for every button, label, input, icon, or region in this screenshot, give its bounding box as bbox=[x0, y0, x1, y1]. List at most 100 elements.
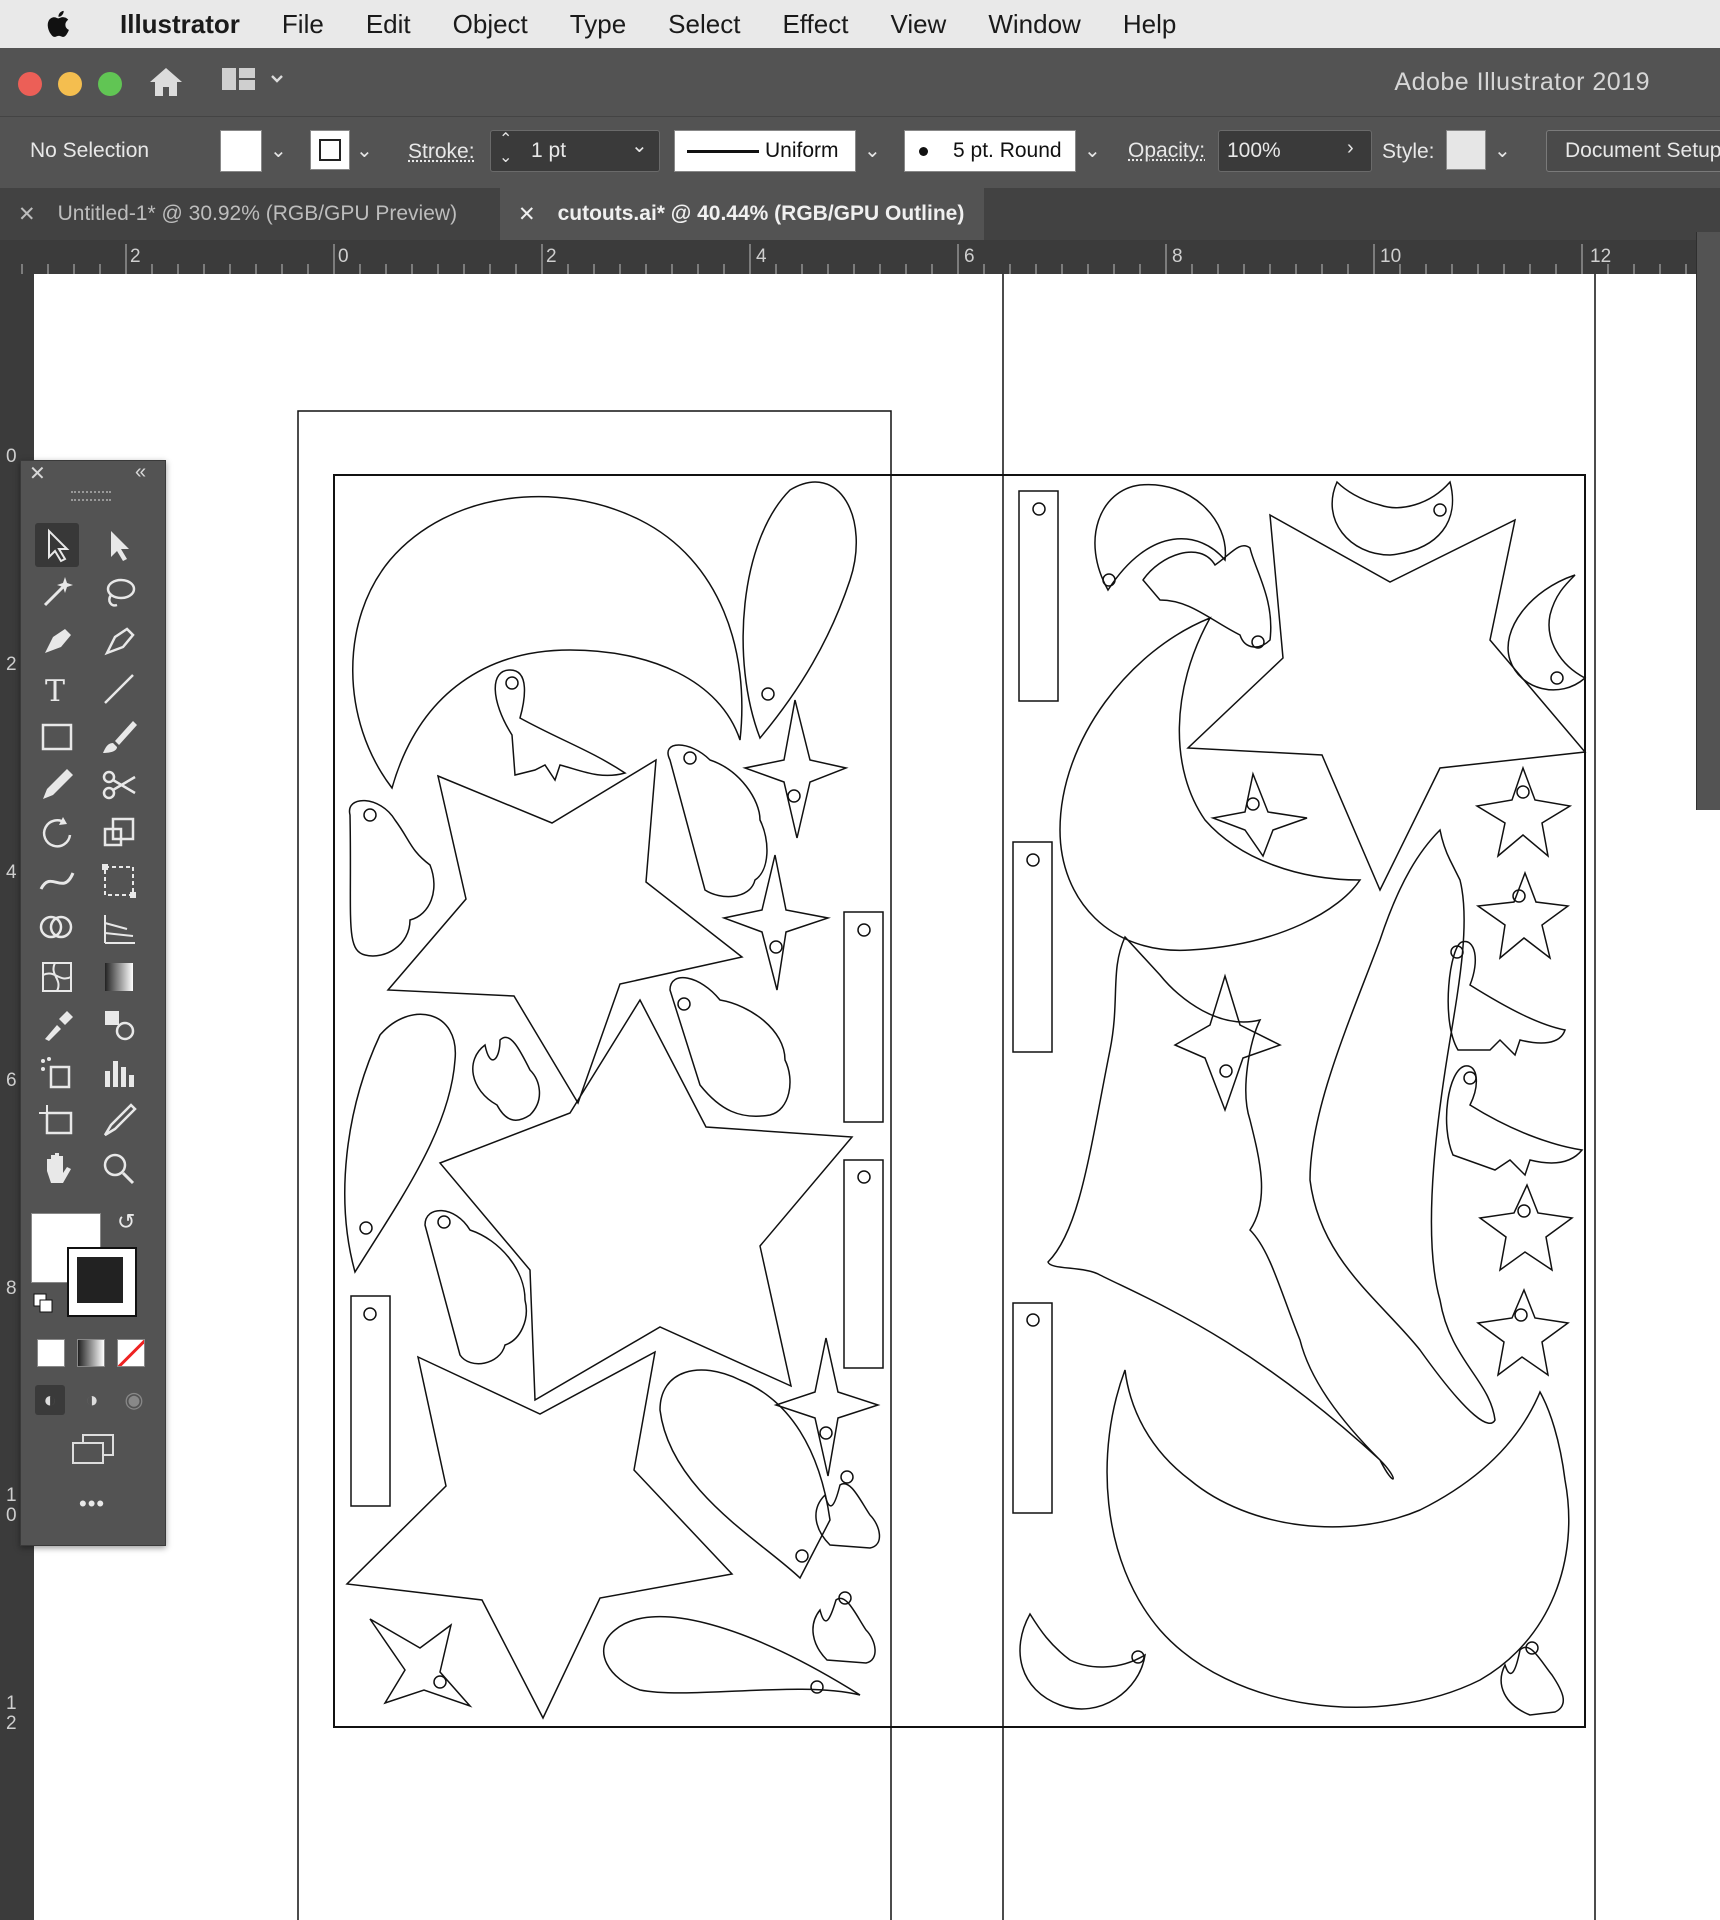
direct-selection-tool-icon[interactable] bbox=[97, 523, 141, 567]
menu-file[interactable]: File bbox=[282, 9, 324, 40]
dinosaur-shape bbox=[1142, 545, 1272, 648]
collapse-panel-icon[interactable]: « bbox=[135, 461, 146, 484]
stroke-weight-chevron-icon[interactable]: ⌄ bbox=[631, 133, 648, 158]
flame-shape bbox=[812, 1597, 876, 1664]
horizontal-ruler[interactable]: 2 0 2 4 6 8 10 12 bbox=[0, 240, 1720, 274]
profile-chevron-icon[interactable]: ⌄ bbox=[864, 138, 881, 163]
style-chevron-icon[interactable]: ⌄ bbox=[1494, 138, 1511, 163]
svg-text:T: T bbox=[45, 674, 65, 709]
horizontal-ruler-ticks bbox=[21, 244, 1713, 274]
scissors-tool-icon[interactable] bbox=[97, 763, 141, 807]
shape-builder-tool-icon[interactable] bbox=[35, 907, 79, 951]
pencil-tool-icon[interactable] bbox=[35, 763, 79, 807]
rotate-tool-icon[interactable] bbox=[35, 811, 79, 855]
line-segment-tool-icon[interactable] bbox=[97, 667, 141, 711]
slice-tool-icon[interactable] bbox=[97, 1099, 141, 1143]
stroke-weight-value[interactable]: 1 pt bbox=[531, 139, 566, 163]
workspace-switcher-icon[interactable] bbox=[220, 66, 288, 94]
menu-edit[interactable]: Edit bbox=[366, 9, 411, 40]
close-tab-icon[interactable]: ✕ bbox=[518, 202, 536, 227]
graphic-style-swatch[interactable] bbox=[1446, 130, 1486, 170]
hanging-hole bbox=[1512, 889, 1526, 903]
perspective-grid-tool-icon[interactable] bbox=[97, 907, 141, 951]
rectangle-tool-icon[interactable] bbox=[35, 715, 79, 759]
none-mode-icon[interactable] bbox=[117, 1339, 145, 1367]
opacity-value[interactable]: 100% bbox=[1227, 139, 1281, 163]
menu-effect[interactable]: Effect bbox=[782, 9, 848, 40]
stroke-weight-field[interactable]: ⌃ ⌄ 1 pt ⌄ bbox=[490, 130, 660, 172]
lasso-tool-icon[interactable] bbox=[97, 571, 141, 615]
draw-behind-icon[interactable]: ◑ bbox=[77, 1385, 107, 1415]
menu-window[interactable]: Window bbox=[988, 9, 1080, 40]
home-icon[interactable] bbox=[146, 62, 186, 102]
apple-logo-icon[interactable] bbox=[42, 7, 76, 41]
menu-type[interactable]: Type bbox=[570, 9, 626, 40]
screen-mode-icon[interactable] bbox=[69, 1433, 117, 1467]
hand-tool-icon[interactable] bbox=[35, 1147, 79, 1191]
tab-untitled-1[interactable]: ✕ Untitled-1* @ 30.92% (RGB/GPU Preview) bbox=[0, 188, 498, 240]
hanging-hole bbox=[1026, 853, 1040, 867]
star-shape bbox=[1475, 870, 1570, 960]
symbol-sprayer-tool-icon[interactable] bbox=[35, 1051, 79, 1095]
scale-tool-icon[interactable] bbox=[97, 811, 141, 855]
variable-width-profile[interactable]: Uniform bbox=[674, 130, 856, 172]
selection-tool-icon[interactable] bbox=[35, 523, 79, 567]
pen-tool-icon[interactable] bbox=[35, 619, 79, 663]
gradient-tool-icon[interactable] bbox=[97, 955, 141, 999]
cloud-shape bbox=[667, 744, 768, 898]
app-menu[interactable]: Illustrator bbox=[120, 9, 240, 40]
menu-object[interactable]: Object bbox=[453, 9, 528, 40]
draw-inside-icon[interactable]: ◉ bbox=[119, 1385, 149, 1415]
menu-select[interactable]: Select bbox=[668, 9, 740, 40]
mesh-tool-icon[interactable] bbox=[35, 955, 79, 999]
opacity-label[interactable]: Opacity: bbox=[1128, 139, 1205, 163]
tools-panel: ✕ « T ↺ ◐ ◑ ◉ ••• bbox=[20, 460, 166, 1546]
hanging-hole bbox=[840, 1470, 854, 1484]
stroke-label[interactable]: Stroke: bbox=[408, 140, 475, 164]
close-tab-icon[interactable]: ✕ bbox=[18, 202, 36, 227]
width-tool-icon[interactable] bbox=[35, 859, 79, 903]
properties-panel-edge[interactable] bbox=[1696, 232, 1720, 810]
draw-normal-icon[interactable]: ◐ bbox=[35, 1385, 65, 1415]
type-tool-icon[interactable]: T bbox=[35, 667, 79, 711]
artboard-tool-icon[interactable] bbox=[35, 1099, 79, 1143]
opacity-chevron-icon[interactable]: › bbox=[1347, 137, 1354, 160]
curvature-tool-icon[interactable] bbox=[97, 619, 141, 663]
minimize-window-button[interactable] bbox=[58, 72, 82, 96]
tab-cutouts[interactable]: ✕ cutouts.ai* @ 40.44% (RGB/GPU Outline) bbox=[500, 188, 984, 240]
stroke-color-swatch[interactable] bbox=[67, 1247, 137, 1317]
brush-chevron-icon[interactable]: ⌄ bbox=[1084, 138, 1101, 163]
fill-swatch[interactable] bbox=[220, 130, 262, 172]
zoom-window-button[interactable] bbox=[98, 72, 122, 96]
menu-view[interactable]: View bbox=[890, 9, 946, 40]
blend-tool-icon[interactable] bbox=[97, 1003, 141, 1047]
panel-grip[interactable] bbox=[71, 491, 111, 501]
artboard-canvas[interactable] bbox=[34, 274, 1696, 1920]
brush-definition[interactable]: 5 pt. Round bbox=[904, 130, 1076, 172]
fill-dropdown-chevron-icon[interactable]: ⌄ bbox=[270, 138, 287, 163]
sparkle-shape bbox=[369, 1618, 473, 1708]
opacity-field[interactable]: 100% › bbox=[1218, 130, 1372, 172]
hanging-hole bbox=[1463, 1071, 1477, 1085]
document-setup-button[interactable]: Document Setup bbox=[1546, 130, 1720, 172]
magic-wand-tool-icon[interactable] bbox=[35, 571, 79, 615]
moon-shape bbox=[1331, 480, 1454, 556]
hanging-hole bbox=[1550, 671, 1564, 685]
gradient-mode-icon[interactable] bbox=[77, 1339, 105, 1367]
edit-toolbar-button[interactable]: ••• bbox=[79, 1491, 105, 1517]
color-mode-icon[interactable] bbox=[37, 1339, 65, 1367]
close-window-button[interactable] bbox=[18, 72, 42, 96]
stroke-swatch[interactable] bbox=[310, 130, 350, 170]
stroke-stepper-down-icon[interactable]: ⌄ bbox=[499, 147, 512, 167]
paintbrush-tool-icon[interactable] bbox=[97, 715, 141, 759]
eyedropper-tool-icon[interactable] bbox=[35, 1003, 79, 1047]
close-panel-icon[interactable]: ✕ bbox=[29, 461, 46, 486]
stroke-stepper-up-icon[interactable]: ⌃ bbox=[499, 129, 512, 149]
stroke-dropdown-chevron-icon[interactable]: ⌄ bbox=[356, 138, 373, 163]
column-graph-tool-icon[interactable] bbox=[97, 1051, 141, 1095]
swap-fill-stroke-icon[interactable]: ↺ bbox=[117, 1209, 135, 1235]
zoom-tool-icon[interactable] bbox=[97, 1147, 141, 1191]
menu-help[interactable]: Help bbox=[1123, 9, 1176, 40]
default-fill-stroke-icon[interactable] bbox=[33, 1293, 53, 1313]
free-transform-tool-icon[interactable] bbox=[97, 859, 141, 903]
